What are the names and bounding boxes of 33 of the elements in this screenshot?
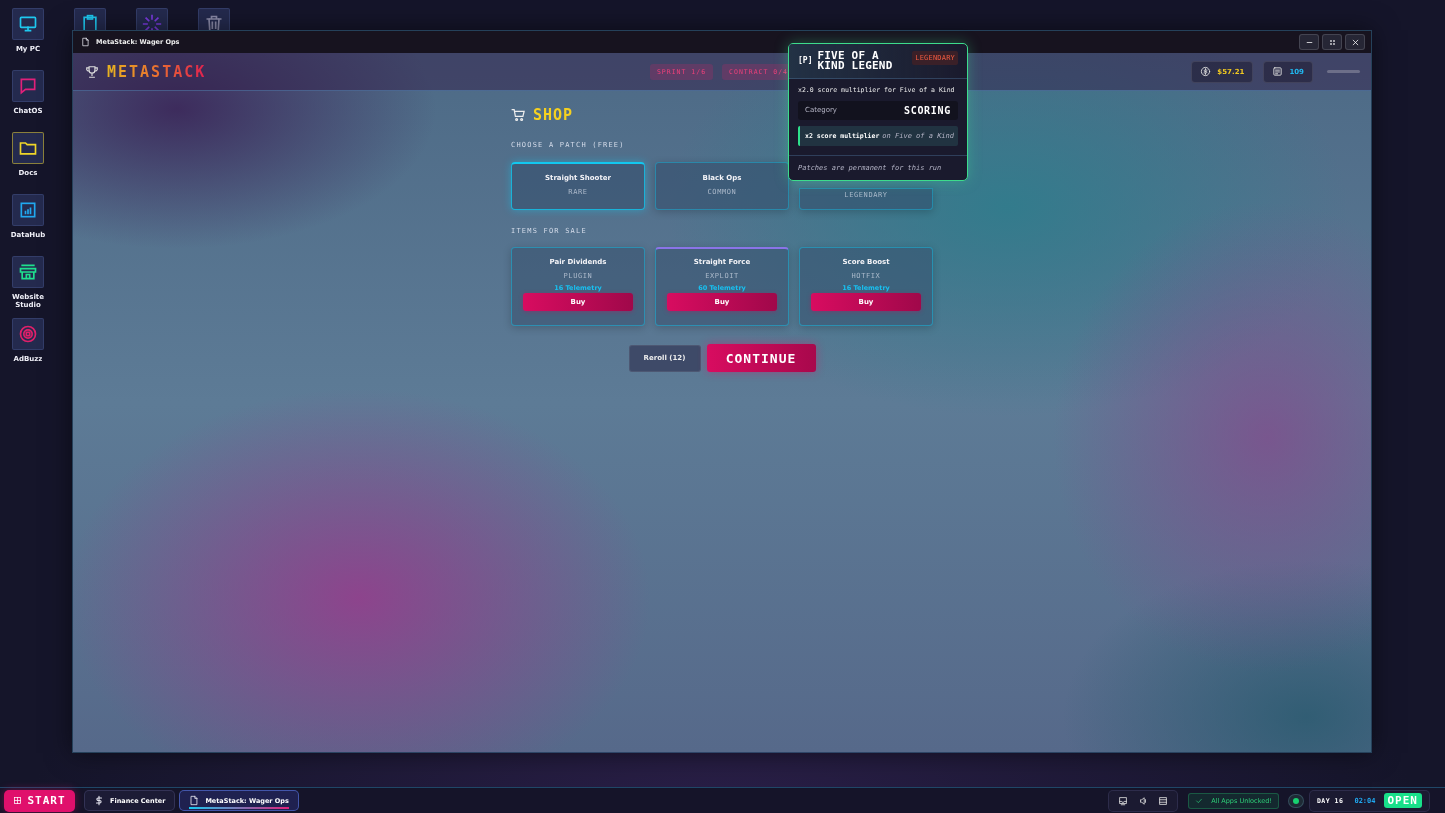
patch-prefix: [P] <box>798 56 813 66</box>
dollar-icon <box>94 795 104 806</box>
inbox-icon[interactable] <box>1118 795 1129 806</box>
tooltip-title: FIVE OF A KIND LEGEND <box>817 51 894 71</box>
document-icon <box>81 37 90 47</box>
clipboard-icon[interactable] <box>74 8 106 30</box>
check-icon <box>1195 796 1204 805</box>
cart-icon <box>511 107 526 122</box>
close-button[interactable] <box>1345 34 1365 50</box>
close-icon <box>1350 37 1360 47</box>
start-button[interactable]: START <box>4 789 75 812</box>
four-dots-icon <box>1327 37 1337 47</box>
terminal-icon <box>1272 66 1284 77</box>
film-icon[interactable] <box>1158 795 1169 806</box>
open-status-badge: OPEN <box>1383 793 1422 808</box>
category-value: SCORING <box>903 104 951 117</box>
shop-title: SHOP <box>533 105 574 124</box>
trash-icon[interactable] <box>198 8 230 30</box>
maximize-button[interactable] <box>1322 34 1342 50</box>
grid-icon <box>13 796 23 805</box>
continue-button[interactable]: CONTINUE <box>706 344 816 372</box>
folder-icon[interactable] <box>12 132 44 164</box>
target-icon[interactable] <box>12 318 44 350</box>
monitor-icon[interactable] <box>12 8 44 40</box>
speaker-icon[interactable] <box>1138 795 1149 806</box>
storefront-icon[interactable] <box>12 256 44 288</box>
trophy-icon <box>85 64 99 79</box>
document-icon <box>189 795 200 806</box>
status-light-icon <box>1287 793 1304 808</box>
header-meter-track <box>1327 70 1360 73</box>
coin-icon <box>1200 66 1212 77</box>
chat-bubble-icon[interactable] <box>12 70 44 102</box>
bar-chart-icon[interactable] <box>12 194 44 226</box>
